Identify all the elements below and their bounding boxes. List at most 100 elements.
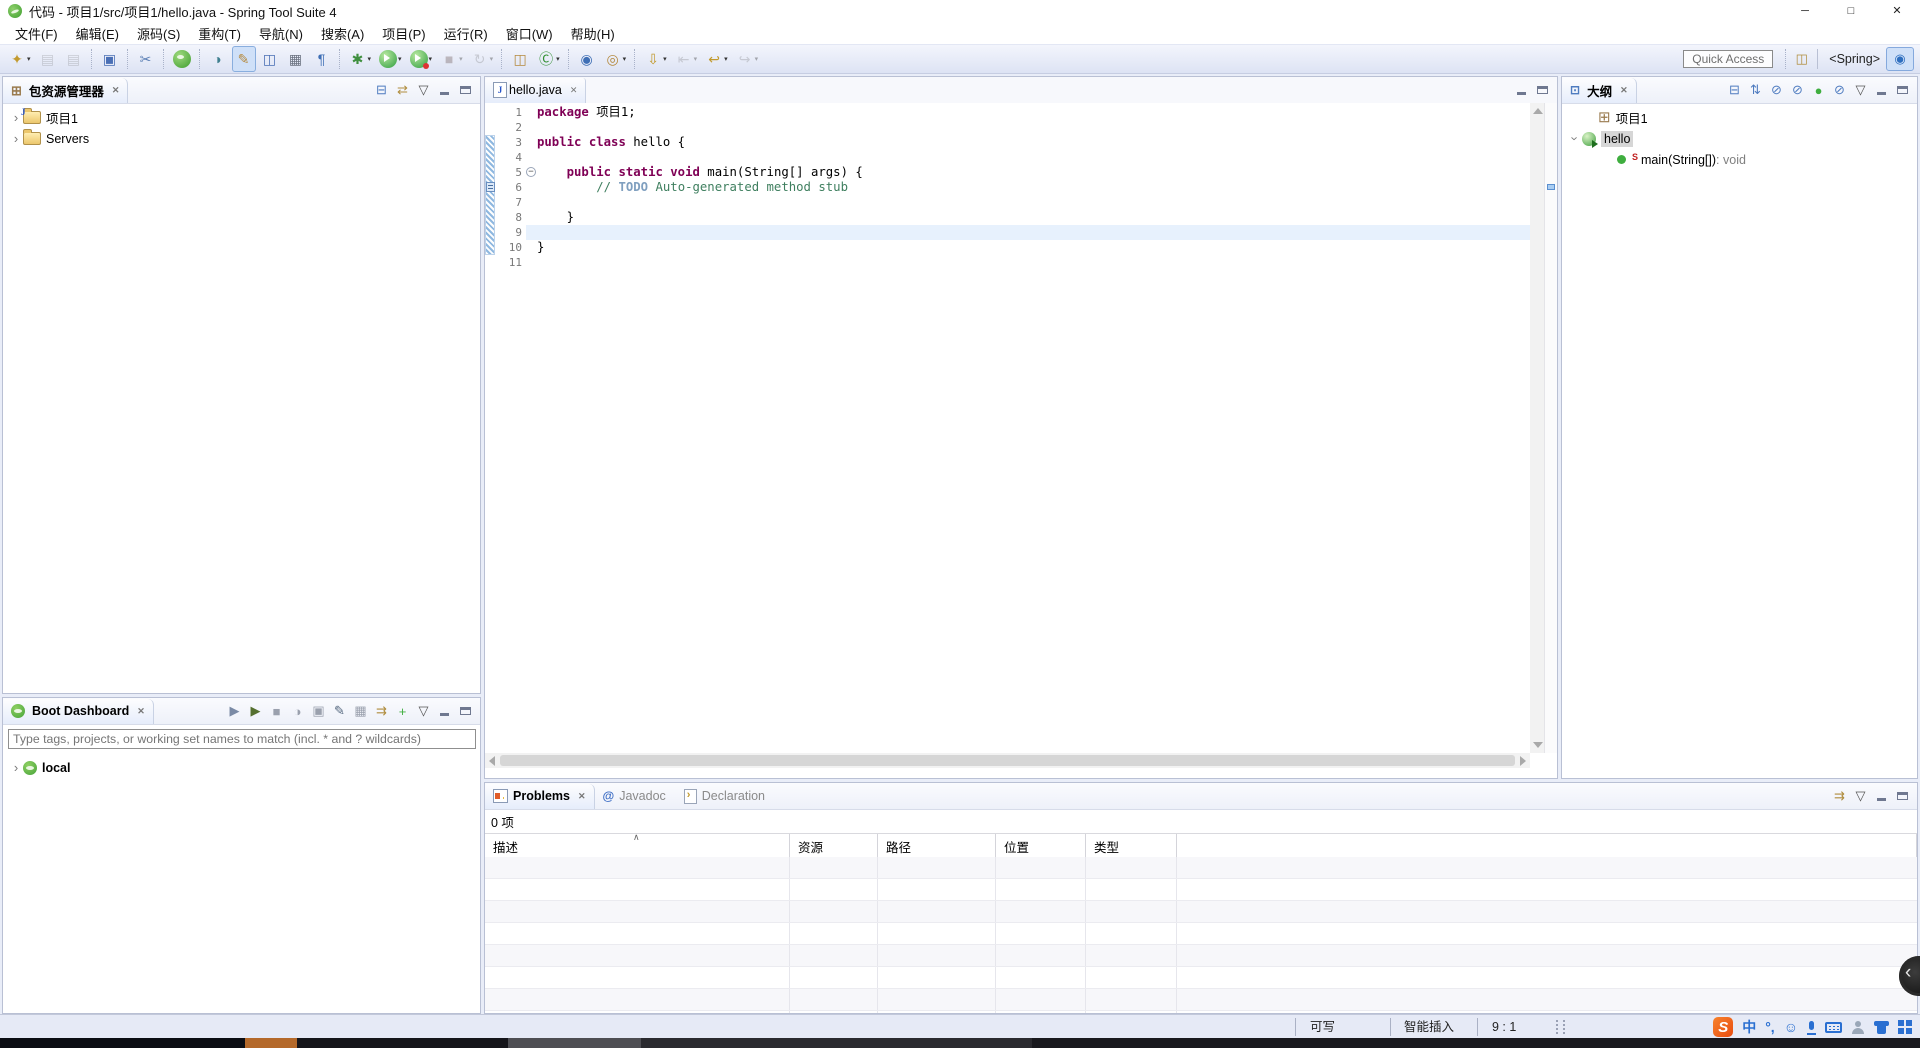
taskbar-app-button[interactable] (508, 1038, 641, 1048)
column-header-1[interactable]: 描述∧ (485, 834, 790, 858)
minimize-icon[interactable] (1512, 81, 1531, 100)
close-icon[interactable] (578, 791, 586, 802)
new-class-button[interactable]: Ⓒ▾ (534, 46, 563, 72)
open-type-button[interactable]: ◉ (575, 46, 599, 72)
maximize-icon[interactable] (456, 81, 475, 100)
maximize-button[interactable]: □ (1828, 0, 1874, 22)
dropdown-arrow-icon[interactable]: ▾ (556, 55, 560, 63)
skin-icon[interactable] (1874, 1021, 1889, 1034)
horizontal-scrollbar[interactable] (485, 753, 1530, 768)
view-menu-icon[interactable]: ▽ (414, 702, 433, 721)
stop-icon[interactable]: ■ (267, 702, 286, 721)
minimize-icon[interactable] (435, 81, 454, 100)
task-marker-icon[interactable] (486, 182, 495, 192)
tree-item-servers[interactable]: Servers (3, 128, 480, 149)
properties-table-icon[interactable]: ▦ (351, 702, 370, 721)
dropdown-arrow-icon[interactable]: ▾ (368, 55, 372, 63)
spring-boot-button[interactable] (170, 46, 194, 72)
overview-ruler[interactable] (1544, 103, 1557, 753)
task-marker-overview[interactable] (1547, 184, 1555, 190)
goto-last-edit-button[interactable]: ⇩▾ (641, 46, 670, 72)
view-menu-icon[interactable]: ▽ (414, 81, 433, 100)
dropdown-arrow-icon[interactable]: ▾ (623, 55, 627, 63)
tab-javadoc[interactable]: @Javadoc (595, 784, 676, 809)
hide-local-types-icon[interactable]: ⊘ (1830, 81, 1849, 100)
menu-item-help[interactable]: 帮助(H) (562, 22, 624, 45)
minimize-button[interactable]: ─ (1782, 0, 1828, 22)
menu-item-run[interactable]: 运行(R) (435, 22, 497, 45)
editor-tab-hello-java[interactable]: J hello.java (485, 78, 586, 103)
spring-perspective-button[interactable]: ◉ (1886, 47, 1914, 71)
close-icon[interactable] (1620, 85, 1628, 96)
maximize-icon[interactable] (1893, 81, 1912, 100)
minimize-icon[interactable] (1872, 787, 1891, 806)
close-icon[interactable] (570, 85, 578, 96)
open-perspective-button[interactable]: ◫ (1792, 50, 1811, 69)
boot-dashboard-filter-input[interactable] (8, 729, 476, 749)
start-icon[interactable]: ▶ (225, 702, 244, 721)
menu-item-navigate[interactable]: 导航(N) (250, 22, 312, 45)
start-debug-icon[interactable]: ▶ (246, 702, 265, 721)
tab-declaration[interactable]: Declaration (676, 784, 775, 809)
link-with-editor-icon[interactable]: ⇄ (393, 81, 412, 100)
collapse-all-icon[interactable]: ⊟ (372, 81, 391, 100)
minimize-icon[interactable] (435, 702, 454, 721)
vertical-scrollbar[interactable] (1530, 103, 1545, 753)
hide-non-public-icon[interactable]: ● (1809, 81, 1828, 100)
dropdown-arrow-icon[interactable]: ▾ (663, 55, 667, 63)
edit-config-icon[interactable]: ✎ (330, 702, 349, 721)
add-icon[interactable]: + (393, 702, 412, 721)
dropdown-arrow-icon[interactable]: ▾ (398, 55, 402, 63)
outline-tab[interactable]: ⊡ 大纲 (1562, 78, 1637, 103)
keyboard-icon[interactable] (1825, 1022, 1842, 1033)
close-icon[interactable] (112, 85, 120, 96)
collapse-all-icon[interactable]: ⊟ (1725, 81, 1744, 100)
menu-item-source[interactable]: 源码(S) (128, 22, 189, 45)
tree-item-mainstring[interactable]: Smain(String[]) : void (1562, 149, 1917, 170)
sogou-logo-icon[interactable]: S (1713, 1017, 1733, 1037)
search-button[interactable]: ◎▾ (601, 46, 630, 72)
debug-button[interactable]: ✱▾ (346, 46, 375, 72)
back-button[interactable]: ↩▾ (702, 46, 731, 72)
close-button[interactable]: ✕ (1874, 0, 1920, 22)
tab-problems[interactable]: Problems (485, 784, 595, 809)
menu-item-search[interactable]: 搜索(A) (312, 22, 373, 45)
tree-item-hello[interactable]: hello (1562, 128, 1917, 149)
scissors-button[interactable]: ✂ (134, 46, 158, 72)
taskbar-app-button[interactable] (245, 1038, 297, 1048)
person-icon[interactable] (1851, 1021, 1865, 1034)
close-icon[interactable] (137, 706, 145, 717)
dropdown-arrow-icon[interactable]: ▾ (27, 55, 31, 63)
expander-icon[interactable] (9, 131, 23, 146)
taskbar-segment[interactable] (641, 1038, 1032, 1048)
menu-item-window[interactable]: 窗口(W) (497, 22, 562, 45)
column-header-2[interactable]: 资源 (790, 834, 878, 858)
new-wizard-button[interactable]: ✦▾ (5, 46, 34, 72)
collapse-icon[interactable]: − (526, 167, 536, 177)
menu-item-refactor[interactable]: 重构(T) (189, 22, 250, 45)
hide-static-icon[interactable]: ⊘ (1788, 81, 1807, 100)
boot-dashboard-tab[interactable]: Boot Dashboard (3, 699, 154, 724)
toolbox-icon[interactable] (1898, 1020, 1912, 1034)
console-button[interactable]: ▣ (98, 46, 122, 72)
brush-button[interactable]: ✎ (232, 46, 256, 72)
expander-icon[interactable] (1568, 131, 1582, 146)
pilcrow-button[interactable]: ¶ (310, 46, 334, 72)
run-button[interactable]: ▾ (376, 46, 405, 72)
menu-item-file[interactable]: 文件(F) (6, 22, 67, 45)
scroll-up-icon[interactable] (1533, 108, 1543, 114)
restart-icon[interactable]: ◑ (288, 702, 307, 721)
sort-icon[interactable]: ⇅ (1746, 81, 1765, 100)
open-type-hierarchy-button[interactable]: ◫ (258, 46, 282, 72)
package-explorer-tab[interactable]: ⊞ 包资源管理器 (3, 78, 128, 103)
dropdown-arrow-icon[interactable]: ▾ (724, 55, 728, 63)
column-header-4[interactable]: 位置 (996, 834, 1086, 858)
column-header-3[interactable]: 路径 (878, 834, 996, 858)
view-menu-icon[interactable]: ▽ (1851, 81, 1870, 100)
expander-icon[interactable] (9, 760, 23, 775)
filter-icon[interactable]: ⇉ (372, 702, 391, 721)
tree-item-1[interactable]: ⊞项目1 (1562, 107, 1917, 128)
profile-button[interactable]: ▾ (407, 46, 436, 72)
filter-icon[interactable]: ⇉ (1830, 787, 1849, 806)
dropdown-arrow-icon[interactable]: ▾ (755, 55, 759, 63)
